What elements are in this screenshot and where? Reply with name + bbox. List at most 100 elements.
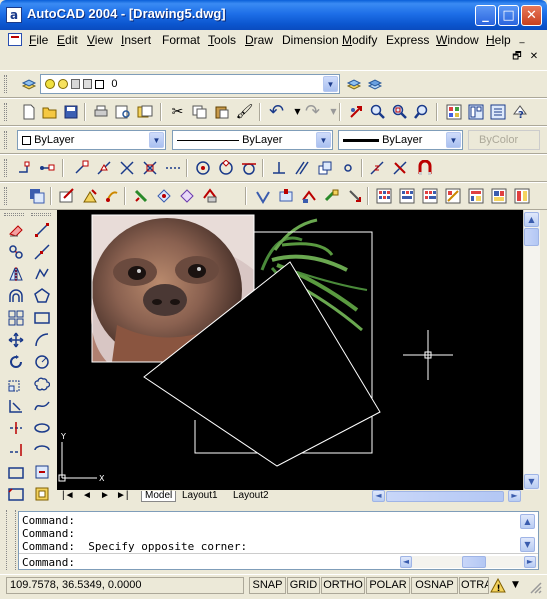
- image-attach-icon[interactable]: [153, 186, 174, 206]
- linetype-control-dropdown[interactable]: ByLayer ▼: [172, 130, 333, 150]
- status-menu-arrow-icon[interactable]: ▼: [512, 580, 519, 590]
- snap-center-icon[interactable]: [192, 158, 213, 178]
- lineweight-control-dropdown[interactable]: ByLayer ▼: [338, 130, 463, 150]
- grid-toggle[interactable]: GRID: [287, 577, 320, 594]
- spline-icon[interactable]: [31, 395, 53, 417]
- save-icon[interactable]: [60, 102, 81, 122]
- scroll-up-button[interactable]: ▲: [524, 212, 539, 227]
- document-icon[interactable]: [8, 33, 22, 46]
- line-icon[interactable]: [31, 219, 53, 241]
- osnap-toggle[interactable]: OSNAP: [411, 577, 458, 594]
- snap-quadrant-icon[interactable]: [215, 158, 236, 178]
- new-file-icon[interactable]: [18, 102, 39, 122]
- array-icon[interactable]: [5, 307, 27, 329]
- break-icon[interactable]: [5, 461, 27, 483]
- snap-parallel-icon[interactable]: [291, 158, 312, 178]
- ellipse-arc-icon[interactable]: [31, 439, 53, 461]
- snap-from-icon[interactable]: [36, 158, 57, 178]
- scroll-right-button[interactable]: ►: [508, 490, 521, 502]
- menu-help[interactable]: Help: [486, 32, 511, 48]
- horizontal-scroll-thumb[interactable]: [386, 491, 504, 502]
- plot-icon[interactable]: [90, 102, 111, 122]
- menu-view[interactable]: View: [87, 32, 113, 48]
- communication-center-icon[interactable]: !: [490, 577, 506, 594]
- menu-insert[interactable]: Insert: [121, 32, 151, 48]
- trim-icon[interactable]: [5, 417, 27, 439]
- menu-dimension[interactable]: Dimension: [282, 32, 339, 48]
- tab-layout1[interactable]: Layout1: [182, 491, 218, 502]
- chamfer-icon[interactable]: [5, 483, 27, 505]
- command-prompt[interactable]: Command:: [22, 556, 75, 569]
- mdi-minimize-button[interactable]: _: [515, 33, 529, 46]
- raster-grid-icon-3[interactable]: [419, 186, 440, 206]
- design-center-icon[interactable]: [465, 102, 486, 122]
- tab-layout2[interactable]: Layout2: [233, 491, 269, 502]
- tab-last-button[interactable]: ►|: [116, 491, 129, 502]
- close-button[interactable]: ✕: [521, 5, 542, 26]
- vertical-scrollbar[interactable]: [523, 210, 540, 490]
- match-properties-icon[interactable]: 🖌: [234, 102, 255, 122]
- toolbar-grip[interactable]: [4, 131, 7, 149]
- scale-icon[interactable]: [5, 373, 27, 395]
- copy-object-icon[interactable]: [5, 241, 27, 263]
- resize-grip-icon[interactable]: [528, 580, 542, 594]
- menu-draw[interactable]: Draw: [245, 32, 273, 48]
- scroll-left-button[interactable]: ◄: [372, 490, 385, 502]
- toolbar-grip[interactable]: [4, 75, 7, 93]
- polyline-icon[interactable]: [31, 263, 53, 285]
- menu-file[interactable]: File: [29, 32, 48, 48]
- command-scroll-up-button[interactable]: ▲: [520, 514, 535, 529]
- zoom-window-icon[interactable]: [389, 102, 410, 122]
- menu-edit[interactable]: Edit: [57, 32, 78, 48]
- tab-model[interactable]: Model: [141, 491, 177, 502]
- redo-icon[interactable]: ↷: [302, 102, 323, 122]
- menu-express[interactable]: Express: [386, 32, 429, 48]
- snap-apparent-intersection-icon[interactable]: [139, 158, 160, 178]
- arc-icon[interactable]: [31, 329, 53, 351]
- snap-nearest-icon[interactable]: [366, 158, 387, 178]
- menu-modify[interactable]: Modify: [342, 32, 377, 48]
- ellipse-icon[interactable]: [31, 417, 53, 439]
- scroll-down-button[interactable]: ▼: [524, 474, 539, 489]
- snap-intersection-icon[interactable]: [116, 158, 137, 178]
- image-adjust-icon[interactable]: [199, 186, 220, 206]
- menu-format[interactable]: Format: [162, 32, 200, 48]
- rotate-icon[interactable]: [5, 351, 27, 373]
- chevron-down-icon[interactable]: ▼: [149, 132, 164, 148]
- mdi-close-button[interactable]: ✕: [527, 51, 541, 64]
- chevron-down-icon[interactable]: ▼: [316, 132, 331, 148]
- toolbar-grip[interactable]: [31, 213, 51, 216]
- image-clip-icon[interactable]: [176, 186, 197, 206]
- erase-icon[interactable]: [5, 219, 27, 241]
- zoom-realtime-icon[interactable]: [367, 102, 388, 122]
- scroll-thumb[interactable]: [524, 228, 539, 246]
- rectangle-icon[interactable]: [31, 307, 53, 329]
- snap-endpoint-icon[interactable]: [70, 158, 91, 178]
- make-block-icon[interactable]: [31, 483, 53, 505]
- mirror-icon[interactable]: [5, 263, 27, 285]
- mdi-restore-button[interactable]: 🗗: [510, 51, 524, 64]
- snap-toggle[interactable]: SNAP: [249, 577, 286, 594]
- menu-window[interactable]: Window: [436, 32, 479, 48]
- layer-previous-icon[interactable]: [364, 74, 385, 94]
- raster-grid-icon-1[interactable]: [373, 186, 394, 206]
- polygon-icon[interactable]: [31, 285, 53, 307]
- pan-realtime-icon[interactable]: [345, 102, 366, 122]
- chevron-down-icon[interactable]: ▼: [323, 76, 338, 92]
- plot-preview-icon[interactable]: [112, 102, 133, 122]
- construction-line-icon[interactable]: [31, 241, 53, 263]
- tab-next-button[interactable]: ►: [100, 491, 110, 502]
- external-reference-attach-icon[interactable]: [79, 186, 100, 206]
- draw-order-icon[interactable]: [26, 186, 47, 206]
- temporary-tracking-point-icon[interactable]: [14, 158, 35, 178]
- toolbar-grip[interactable]: [4, 213, 24, 216]
- block-editor-icon[interactable]: [321, 186, 342, 206]
- undo-icon[interactable]: ↶: [266, 102, 287, 122]
- snap-tangent-icon[interactable]: [238, 158, 259, 178]
- stretch-icon[interactable]: [5, 395, 27, 417]
- coordinate-display[interactable]: 109.7578, 36.5349, 0.0000: [6, 577, 244, 594]
- command-scroll-down-button[interactable]: ▼: [520, 537, 535, 552]
- cut-icon[interactable]: ✂: [167, 102, 188, 122]
- command-window-grip[interactable]: [6, 510, 16, 570]
- move-icon[interactable]: [5, 329, 27, 351]
